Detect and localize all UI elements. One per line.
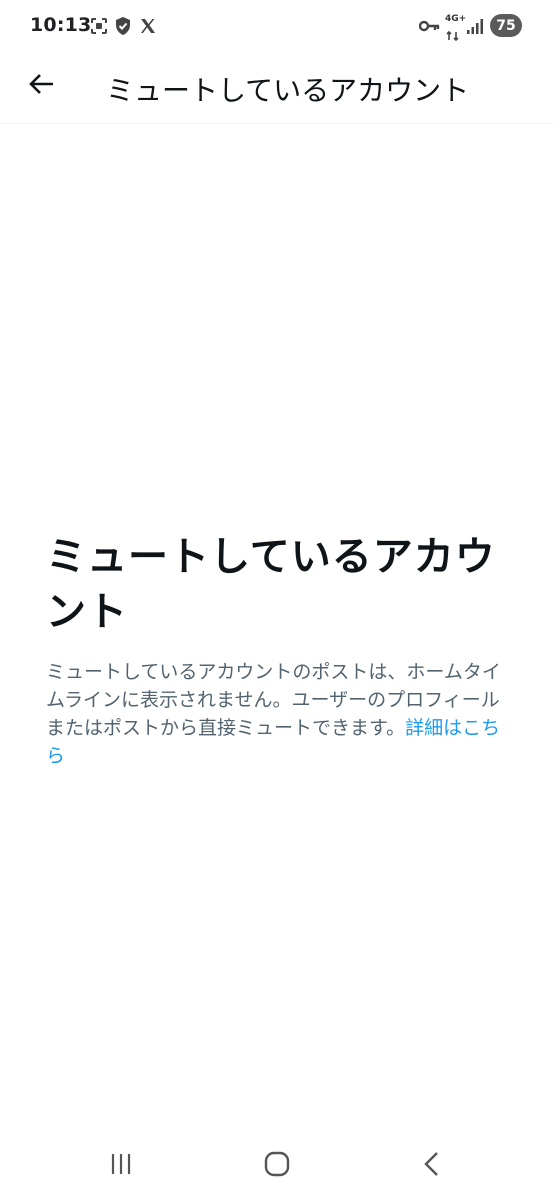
home-button[interactable] bbox=[257, 1148, 297, 1184]
system-back-button[interactable] bbox=[411, 1148, 451, 1184]
data-arrows-icon bbox=[446, 25, 460, 47]
system-navigation-bar bbox=[0, 1130, 554, 1200]
empty-state: ミュートしているアカウント ミュートしているアカウントのポストは、ホームタイムラ… bbox=[46, 530, 516, 770]
home-icon bbox=[264, 1151, 290, 1181]
screenshot-icon bbox=[90, 15, 108, 37]
x-logo-icon bbox=[140, 15, 156, 37]
vpn-key-icon bbox=[419, 15, 441, 37]
chevron-left-icon bbox=[423, 1151, 439, 1181]
status-time: 10:13 bbox=[30, 14, 92, 36]
network-type-label: 4G+ bbox=[445, 14, 467, 24]
shield-check-icon bbox=[114, 15, 132, 37]
back-button[interactable] bbox=[22, 66, 62, 106]
app-header: ミュートしているアカウント bbox=[0, 52, 554, 124]
empty-state-title: ミュートしているアカウント bbox=[46, 534, 496, 635]
recents-button[interactable] bbox=[101, 1148, 141, 1184]
recents-icon bbox=[109, 1153, 133, 1179]
empty-state-description: ミュートしているアカウントのポストは、ホームタイムラインに表示されません。ユーザ… bbox=[46, 658, 516, 770]
signal-icon bbox=[466, 15, 484, 37]
battery-level-badge: 75 bbox=[490, 14, 522, 37]
status-bar: 10:13 4G+ 75 bbox=[0, 0, 554, 52]
arrow-left-icon bbox=[29, 72, 55, 100]
page-title: ミュートしているアカウント bbox=[106, 74, 470, 107]
